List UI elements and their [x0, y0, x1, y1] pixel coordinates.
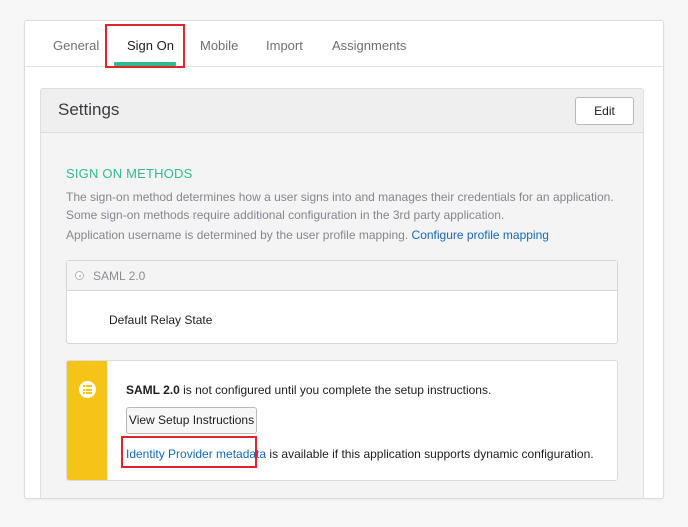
settings-title: Settings	[58, 100, 120, 119]
edit-button[interactable]: Edit	[575, 97, 634, 125]
sign-on-methods-description: The sign-on method determines how a user…	[66, 190, 614, 222]
saml-option-box: SAML 2.0 Default Relay State	[66, 260, 618, 344]
saml-option-label: SAML 2.0	[93, 269, 146, 283]
setup-notice: SAML 2.0 is not configured until you com…	[66, 360, 618, 481]
tab-mobile[interactable]: Mobile	[200, 38, 238, 53]
radio-icon[interactable]	[75, 271, 84, 280]
notice-stripe	[67, 361, 107, 480]
tab-bar: General Sign On Mobile Import Assignment…	[25, 21, 663, 68]
notice-strong-text: SAML 2.0	[126, 383, 180, 397]
configure-profile-mapping-link[interactable]: Configure profile mapping	[412, 228, 549, 242]
tab-general[interactable]: General	[53, 38, 99, 53]
username-mapping-prefix: Application username is determined by th…	[66, 228, 412, 242]
sign-on-methods-heading: SIGN ON METHODS	[66, 166, 193, 181]
list-icon	[79, 381, 96, 398]
view-setup-instructions-button[interactable]: View Setup Instructions	[126, 407, 257, 434]
default-relay-state-label: Default Relay State	[109, 313, 213, 327]
username-mapping-text: Application username is determined by th…	[66, 228, 626, 242]
tab-assignments[interactable]: Assignments	[332, 38, 406, 53]
app-settings-card: General Sign On Mobile Import Assignment…	[24, 20, 664, 499]
notice-message-text: is not configured until you complete the…	[179, 383, 492, 397]
settings-panel: Settings Edit SIGN ON METHODS The sign-o…	[40, 88, 644, 498]
settings-header: Settings Edit	[41, 89, 643, 133]
tab-import[interactable]: Import	[266, 38, 303, 53]
metadata-link-highlight	[121, 436, 257, 468]
notice-message: SAML 2.0 is not configured until you com…	[126, 383, 491, 397]
sign-on-tab-highlight	[105, 24, 185, 68]
metadata-suffix: is available if this application support…	[266, 447, 594, 461]
saml-option-header[interactable]: SAML 2.0	[67, 261, 617, 291]
